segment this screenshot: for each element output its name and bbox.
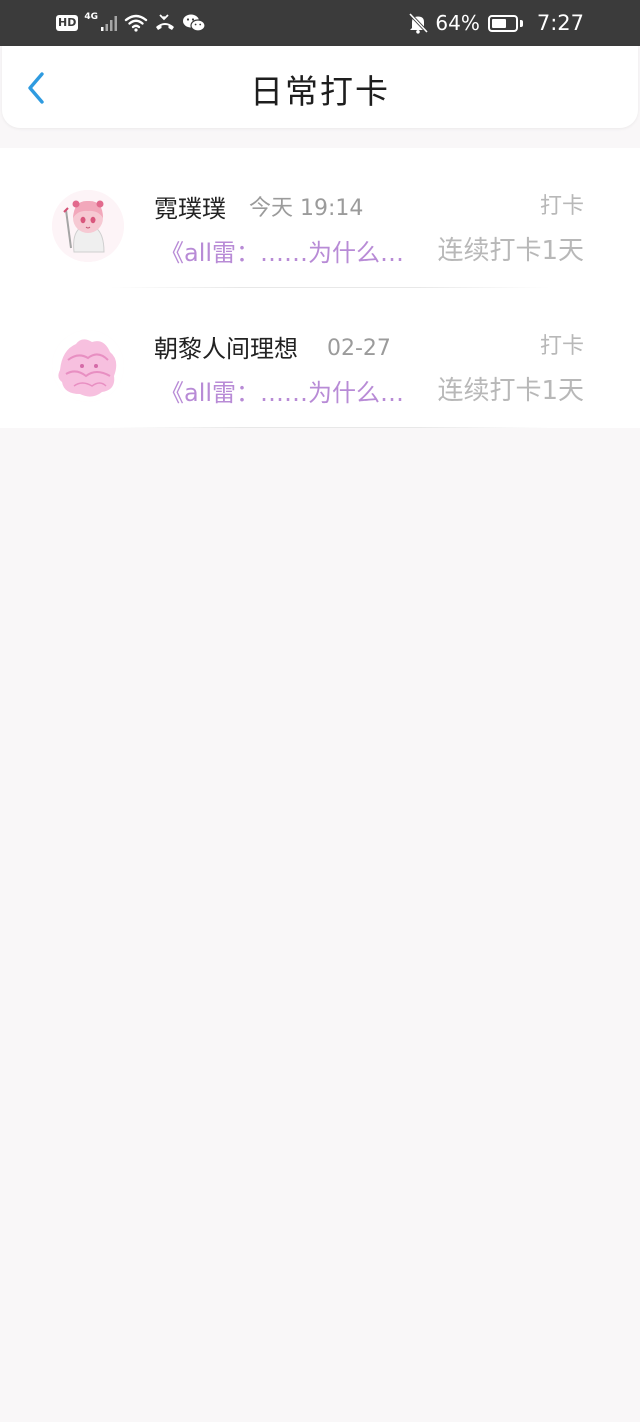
checkin-list: 霓璞璞 今天 19:14 打卡 《all雷：……为什么… 连续打卡1天 朝黎人间… xyxy=(0,148,640,428)
page-title: 日常打卡 xyxy=(250,72,390,111)
list-item[interactable]: 朝黎人间理想 02-27 打卡 《all雷：……为什么… 连续打卡1天 xyxy=(0,288,640,428)
user-name: 霓璞璞 xyxy=(154,195,226,223)
checkin-label: 打卡 xyxy=(539,334,584,359)
status-bar-left: HD 4G xyxy=(56,10,206,36)
pink-sketch-avatar-icon xyxy=(52,330,124,402)
wifi-icon xyxy=(124,14,148,32)
anime-girl-avatar-icon xyxy=(52,190,124,262)
wechat-icon xyxy=(183,14,206,32)
status-bar: HD 4G 64% 7:27 xyxy=(0,0,640,46)
battery-icon xyxy=(487,14,518,32)
missed-call-icon xyxy=(156,14,174,30)
post-time: 今天 19:14 xyxy=(249,196,364,221)
post-time: 02-27 xyxy=(327,336,391,361)
checkin-label: 打卡 xyxy=(539,194,584,219)
divider xyxy=(110,427,550,428)
post-preview-link[interactable]: 《all雷：……为什么… xyxy=(160,376,404,410)
streak-text: 连续打卡1天 xyxy=(437,236,584,266)
network-type: 4G xyxy=(84,12,98,22)
clock: 7:27 xyxy=(536,11,584,35)
battery-tip xyxy=(519,19,523,27)
bell-off-icon xyxy=(409,12,429,34)
avatar[interactable] xyxy=(52,190,124,262)
signal-icon xyxy=(101,16,117,31)
hd-icon: HD xyxy=(56,15,79,31)
user-name: 朝黎人间理想 xyxy=(154,335,298,363)
list-item[interactable]: 霓璞璞 今天 19:14 打卡 《all雷：……为什么… 连续打卡1天 xyxy=(0,148,640,288)
status-bar-right: 64% 7:27 xyxy=(407,10,584,36)
avatar[interactable] xyxy=(52,330,124,402)
battery-percent: 64% xyxy=(435,11,480,35)
post-preview-link[interactable]: 《all雷：……为什么… xyxy=(160,236,404,270)
app-header: 日常打卡 xyxy=(2,46,638,128)
battery-level-fill xyxy=(491,18,506,28)
streak-text: 连续打卡1天 xyxy=(437,376,584,406)
